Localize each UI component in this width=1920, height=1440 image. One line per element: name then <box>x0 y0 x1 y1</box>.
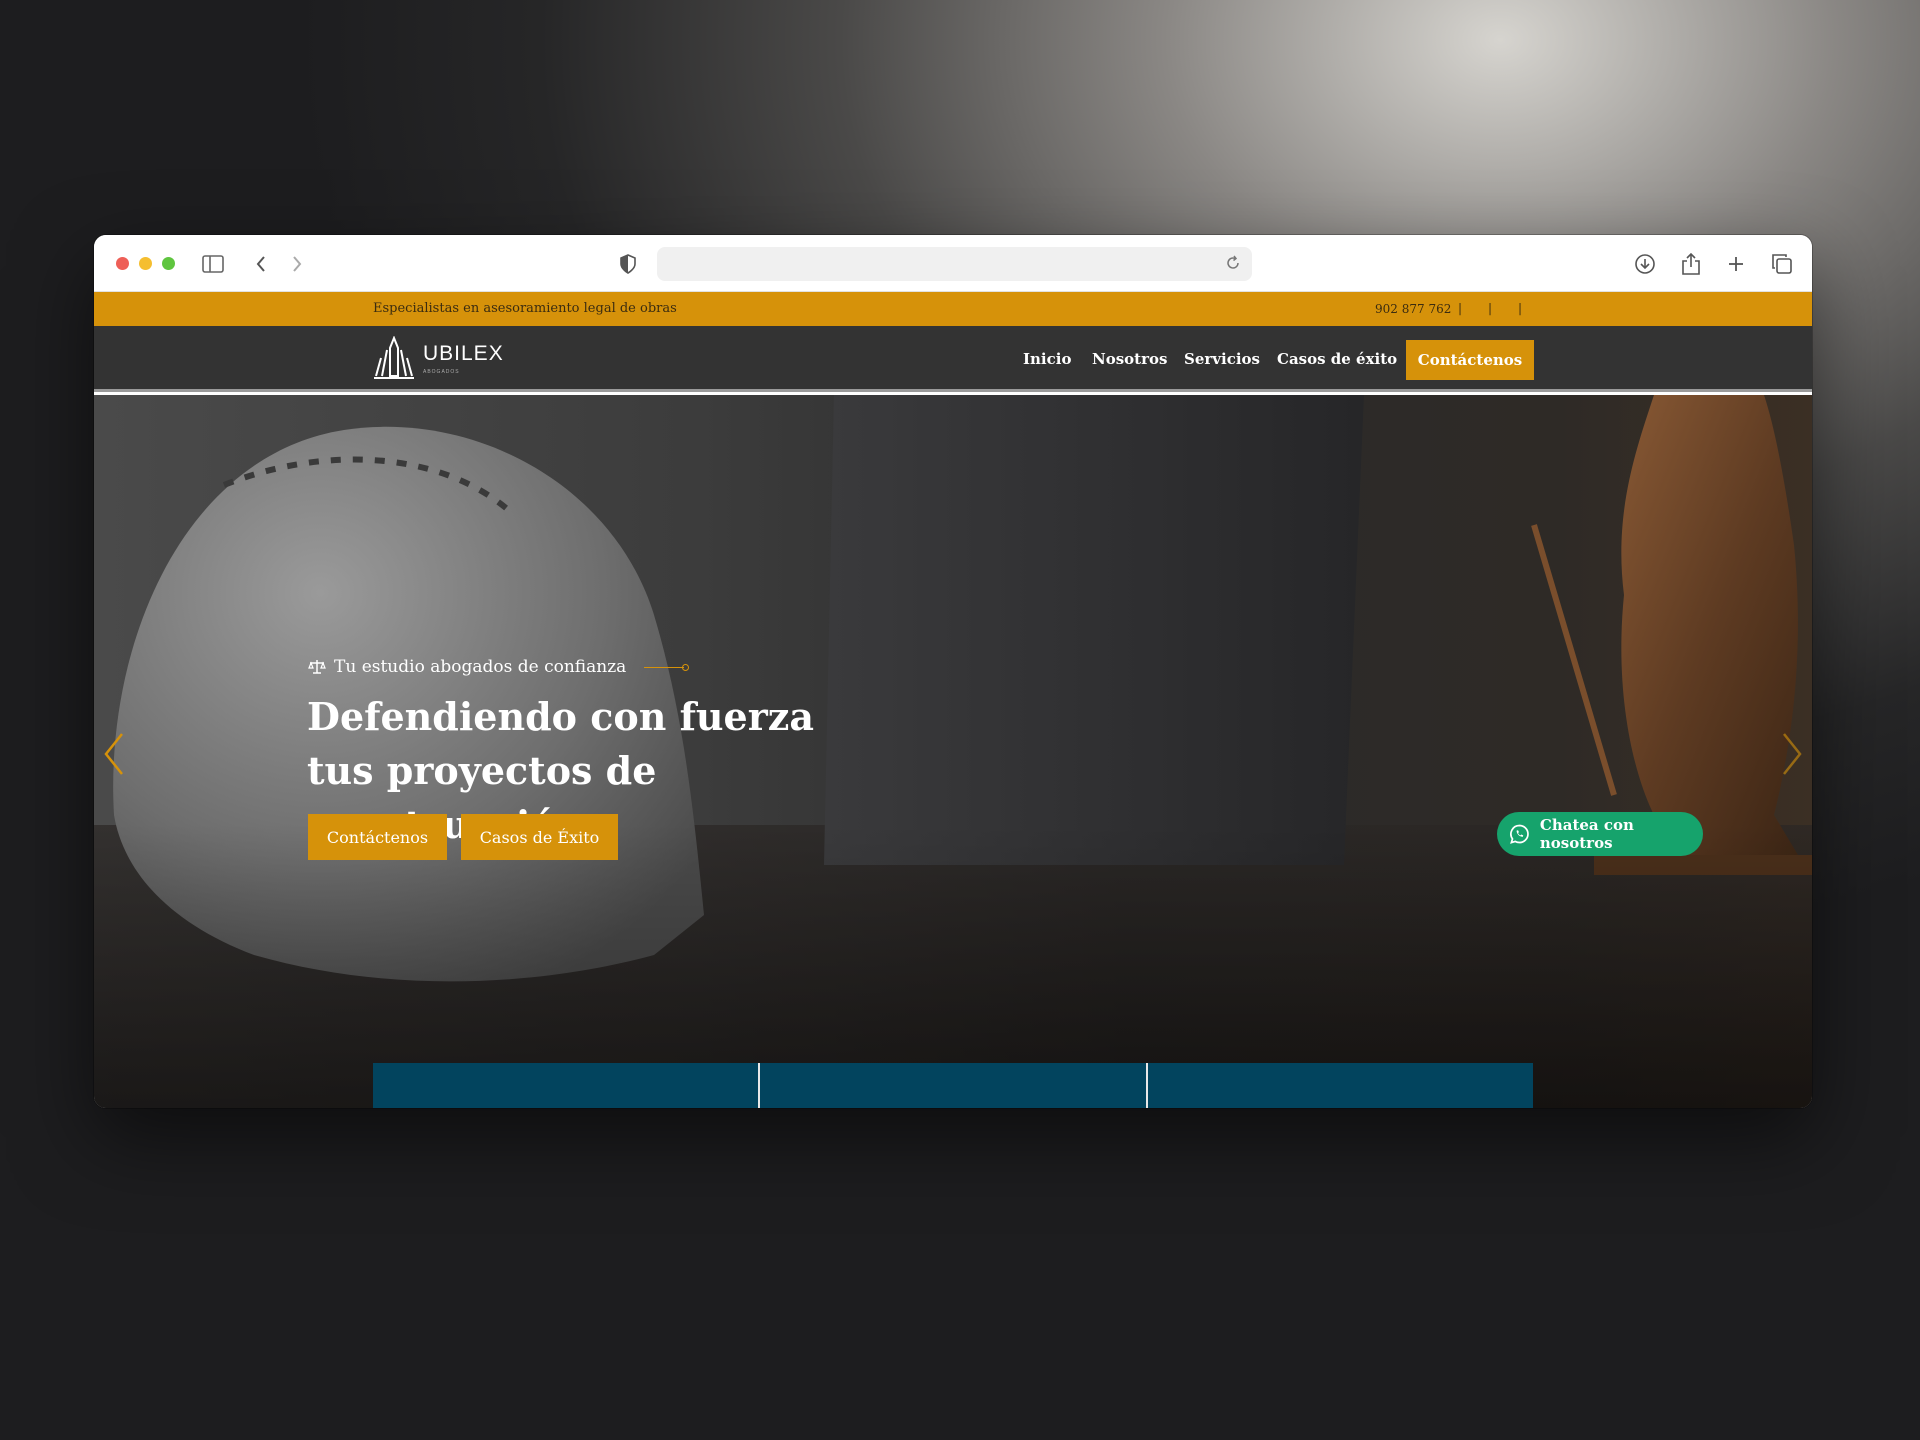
tagline-text: Especialistas en asesoramiento legal de … <box>373 301 677 316</box>
main-navbar: UBILEX ABOGADOS Inicio Nosotros Servicio… <box>94 326 1812 392</box>
eyebrow-line-decoration <box>644 663 690 671</box>
hero-eyebrow-text: Tu estudio abogados de confianza <box>334 657 627 677</box>
nav-item-casos-de-exito[interactable]: Casos de éxito <box>1277 350 1397 368</box>
new-tab-icon[interactable] <box>1724 252 1748 276</box>
close-window-button[interactable] <box>116 257 129 270</box>
chevron-left-icon[interactable] <box>102 732 126 776</box>
minimize-window-button[interactable] <box>139 257 152 270</box>
tab-overview-icon[interactable] <box>1770 252 1794 276</box>
separator: | <box>1518 301 1523 315</box>
brand-name: UBILEX <box>423 342 504 365</box>
share-icon[interactable] <box>1679 252 1703 276</box>
hero-eyebrow: Tu estudio abogados de confianza <box>308 657 690 677</box>
feature-tabs <box>373 1063 1533 1108</box>
download-icon[interactable] <box>1633 252 1657 276</box>
hero-contact-button[interactable]: Contáctenos <box>308 814 447 860</box>
phone-link[interactable]: 902 877 762 <box>1375 302 1451 316</box>
sidebar-icon[interactable] <box>201 252 225 276</box>
feature-tab[interactable] <box>760 1063 1148 1108</box>
brand-logo[interactable]: UBILEX ABOGADOS <box>372 335 512 382</box>
hero-success-cases-button[interactable]: Casos de Éxito <box>461 814 618 860</box>
back-icon[interactable] <box>249 252 273 276</box>
chevron-right-icon[interactable] <box>1780 732 1804 776</box>
brand-subtitle: ABOGADOS <box>423 369 460 375</box>
whatsapp-chat-button[interactable]: Chatea con nosotros <box>1497 812 1703 856</box>
scales-icon <box>308 660 326 674</box>
feature-tab[interactable] <box>373 1063 761 1108</box>
forward-icon[interactable] <box>285 252 309 276</box>
whatsapp-icon <box>1510 824 1529 844</box>
separator: | <box>1488 301 1493 315</box>
building-logo-icon <box>374 335 414 379</box>
feature-tab[interactable] <box>1147 1063 1533 1108</box>
separator: | <box>1458 301 1463 315</box>
address-bar[interactable] <box>657 247 1252 281</box>
hero-banner: Tu estudio abogados de confianza Defendi… <box>94 395 1812 1108</box>
nav-item-nosotros[interactable]: Nosotros <box>1092 350 1167 368</box>
shield-icon[interactable] <box>616 252 640 276</box>
browser-window: Especialistas en asesoramiento legal de … <box>94 235 1812 1108</box>
zoom-window-button[interactable] <box>162 257 175 270</box>
nav-item-servicios[interactable]: Servicios <box>1184 350 1260 368</box>
nav-contact-button[interactable]: Contáctenos <box>1406 340 1534 380</box>
browser-toolbar <box>94 235 1812 292</box>
nav-item-inicio[interactable]: Inicio <box>1023 350 1071 368</box>
reload-icon[interactable] <box>1224 254 1244 274</box>
whatsapp-label: Chatea con nosotros <box>1539 816 1634 852</box>
top-info-bar: Especialistas en asesoramiento legal de … <box>94 292 1812 326</box>
